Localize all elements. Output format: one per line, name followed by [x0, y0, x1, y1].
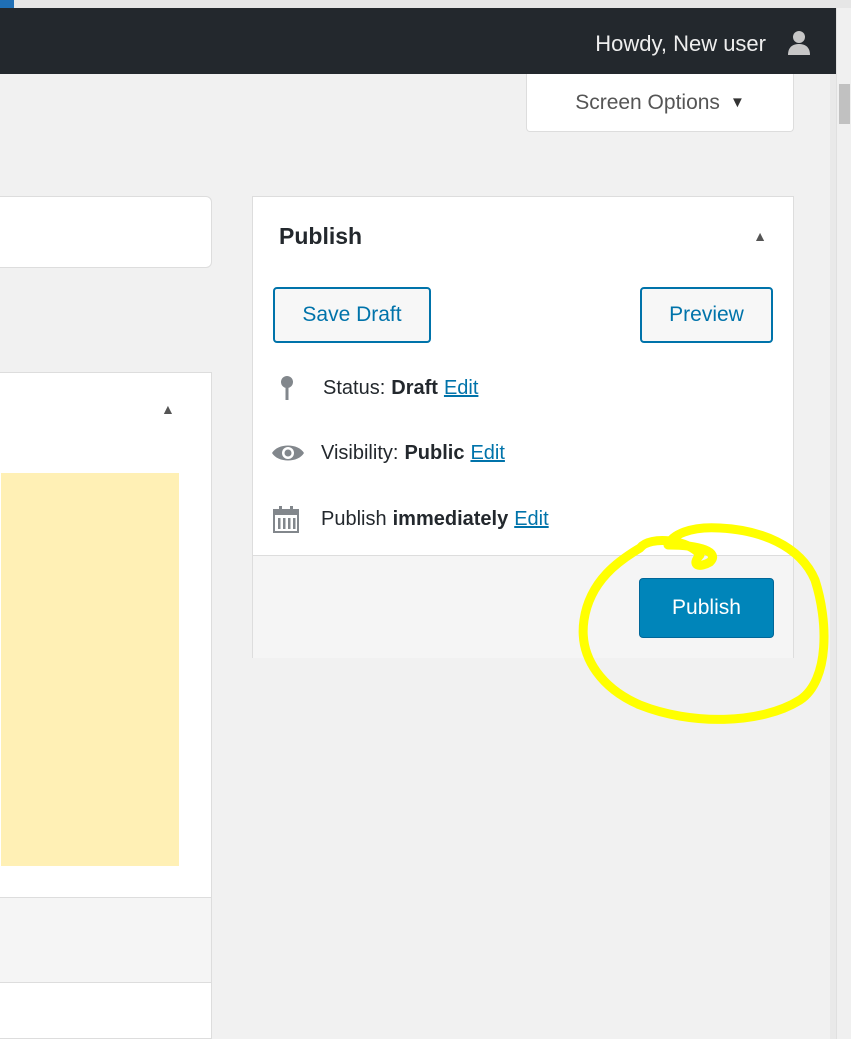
screen-options-label: Screen Options	[575, 90, 720, 114]
save-draft-button[interactable]: Save Draft	[273, 287, 431, 343]
status-value: Draft	[391, 376, 438, 399]
schedule-label: Publish	[321, 507, 387, 530]
edit-schedule-link[interactable]: Edit	[514, 508, 548, 531]
howdy-greeting[interactable]: Howdy, New user	[595, 31, 766, 57]
calendar-icon	[271, 504, 307, 534]
status-label: Status:	[323, 376, 386, 399]
edit-status-link[interactable]: Edit	[444, 377, 478, 400]
eye-icon	[271, 438, 307, 468]
screen-options-button[interactable]: Screen Options ▼	[526, 74, 794, 132]
editor-metabox: ▲	[0, 372, 212, 1039]
notice-area	[1, 473, 179, 866]
page-scrollbar[interactable]	[836, 8, 851, 1039]
scrollbar-thumb[interactable]	[839, 84, 850, 124]
user-icon[interactable]	[784, 28, 814, 58]
publish-button[interactable]: Publish	[639, 578, 774, 638]
admin-bar: Howdy, New user	[0, 8, 836, 74]
post-title-input[interactable]	[0, 196, 212, 268]
schedule-row: Publish immediately Edit	[271, 504, 549, 534]
visibility-row: Visibility: Public Edit	[271, 438, 505, 468]
caret-down-icon: ▼	[729, 94, 745, 111]
editor-footer	[0, 897, 211, 983]
collapse-toggle-icon[interactable]: ▲	[753, 228, 767, 244]
publish-header: Publish ▲	[253, 197, 793, 277]
visibility-label: Visibility:	[321, 441, 399, 464]
edit-visibility-link[interactable]: Edit	[470, 442, 504, 465]
publish-metabox: Publish ▲ Save Draft Preview Status: Dra…	[252, 196, 794, 658]
browser-top-strip-fill	[14, 0, 851, 8]
content-right-edge	[830, 74, 836, 1039]
pin-icon	[279, 373, 303, 403]
visibility-value: Public	[404, 441, 465, 464]
publish-actions: Publish	[253, 555, 793, 658]
browser-top-strip	[0, 0, 851, 8]
preview-button[interactable]: Preview	[640, 287, 773, 343]
status-row: Status: Draft Edit	[279, 373, 478, 403]
publish-title: Publish	[279, 223, 363, 249]
collapse-toggle-icon[interactable]: ▲	[161, 401, 175, 417]
schedule-value: immediately	[392, 507, 509, 530]
